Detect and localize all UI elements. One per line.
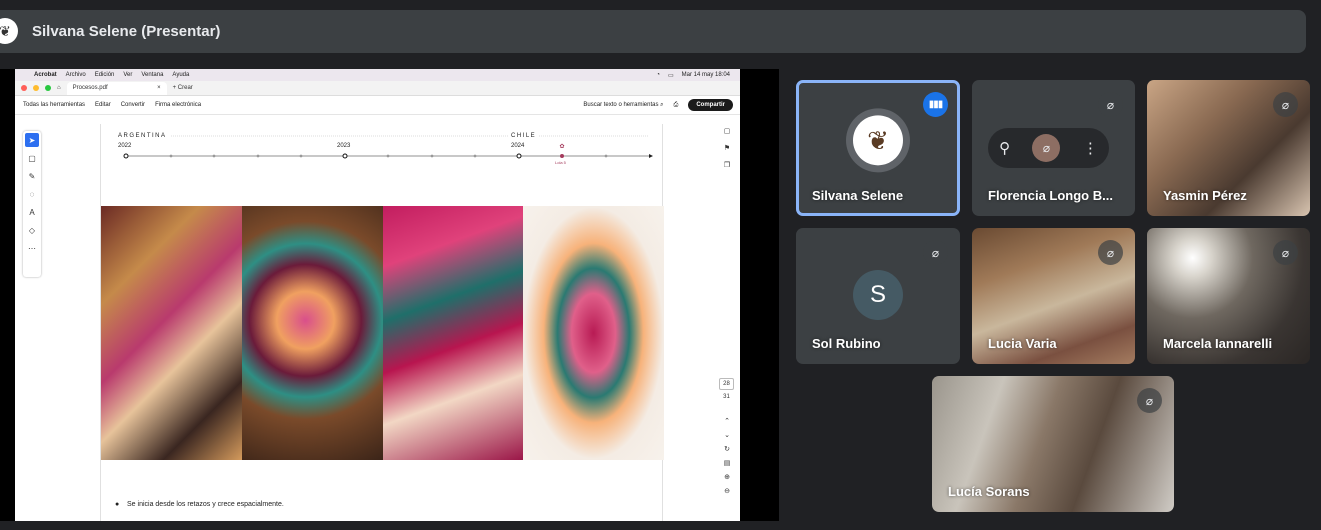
participant-tile-marcela[interactable]: ⌀ Marcela Iannarelli [1147, 228, 1310, 364]
fill-icon: ◇ [28, 225, 36, 235]
participant-tile-lucia-varia[interactable]: ⌀ Lucia Varia [972, 228, 1135, 364]
mic-off-icon: ⌀ [1137, 388, 1162, 413]
menu-item-ventana: Ventana [141, 72, 164, 78]
participant-name: Florencia Longo B... [988, 188, 1113, 203]
mic-off-icon: ⌀ [1098, 240, 1123, 265]
mac-menubar: Acrobat Archivo Edición Ver Ventana Ayud… [15, 69, 740, 81]
shared-screen-content: Acrobat Archivo Edición Ver Ventana Ayud… [15, 69, 740, 521]
participant-name: Silvana Selene [812, 188, 904, 203]
timeline-year-2022: 2022 [118, 143, 132, 149]
artwork-panel-2 [241, 206, 383, 460]
browser-tabbar: ⌂ Procesos.pdf × + Crear [15, 81, 740, 96]
artwork-strip [101, 206, 664, 460]
page-current: 28 [719, 378, 734, 390]
artwork-panel-3 [382, 206, 524, 460]
pdf-page: ✿ ARGENTINA CHILE 2022 2023 2024 Lola 5 … [100, 124, 664, 521]
svg-text:✿: ✿ [559, 143, 564, 150]
more-options-icon[interactable]: ⋮ [1083, 139, 1098, 157]
timeline: ✿ ARGENTINA CHILE 2022 2023 2024 Lola 5 [101, 124, 664, 169]
menu-item-ayuda: Ayuda [172, 72, 190, 78]
timeline-year-2024: 2024 [511, 143, 525, 149]
refresh-icon: ↻ [724, 446, 730, 453]
participant-tile-yasmin[interactable]: ⌀ Yasmin Pérez [1147, 80, 1310, 216]
mic-off-icon: ⌀ [1032, 134, 1061, 162]
tile-controls: ⚲ ⌀ ⋮ [988, 128, 1109, 168]
pages-icon: ❐ [723, 162, 731, 169]
presentation-bar: ❦ Silvana Selene (Presentar) [0, 10, 1306, 53]
participant-name: Sol Rubino [812, 336, 881, 351]
maximize-window-icon [45, 85, 51, 91]
presenter-title: Silvana Selene (Presentar) [32, 23, 221, 40]
tool-sign: Firma electrónica [155, 102, 202, 108]
artwork-panel-1 [101, 206, 242, 460]
zoom-out-icon: ⊖ [724, 488, 730, 495]
speaking-indicator-icon: ▮▮▮ [923, 92, 948, 117]
chevron-up-icon: ⌃ [724, 418, 730, 425]
save-icon: ▤ [723, 460, 731, 467]
artwork-panel-4 [523, 206, 664, 460]
timeline-marker-label: Lola 5 [555, 160, 566, 165]
menu-item-ver: Ver [123, 72, 133, 78]
participant-tile-florencia[interactable]: ⌀ ⚲ ⌀ ⋮ Florencia Longo B... [972, 80, 1135, 216]
participant-name: Marcela Iannarelli [1163, 336, 1273, 351]
cursor-icon: ➤ [25, 133, 39, 147]
menu-item-archivo: Archivo [65, 72, 86, 78]
timeline-country-chile: CHILE [511, 133, 537, 139]
avatar: S [853, 270, 903, 320]
right-rail: ▢ ⚑ ❐ [720, 127, 734, 169]
left-toolbar: ➤ ▢ ✎ ◌ A ◇ ⋯ [23, 131, 41, 277]
bookmark-icon: ⚑ [723, 145, 731, 152]
lasso-icon: ◌ [29, 189, 35, 199]
mic-off-icon: ⌀ [923, 240, 948, 265]
share-button: Compartir [688, 99, 733, 111]
tool-all: Todas las herramientas [23, 102, 86, 108]
participant-tile-silvana[interactable]: ❦ ▮▮▮ Silvana Selene [796, 80, 960, 216]
page-indicator: 28 31 [719, 378, 734, 400]
search-icon: ⌕ [660, 101, 664, 108]
new-tab-button: + Crear [172, 85, 193, 91]
chevron-down-icon: ⌄ [724, 432, 730, 439]
participant-name: Lucia Varia [988, 336, 1057, 351]
participant-tile-lucia-sorans[interactable]: ⌀ Lucía Sorans [932, 376, 1174, 512]
battery-icon: ▭ [667, 72, 674, 79]
participant-tile-sol[interactable]: ⌀ S Sol Rubino [796, 228, 960, 364]
mic-off-icon: ⌀ [1273, 240, 1298, 265]
acrobat-toolbar: Todas las herramientas Editar Convertir … [15, 96, 740, 115]
participant-name: Yasmin Pérez [1163, 188, 1247, 203]
pin-icon[interactable]: ⚲ [999, 139, 1010, 157]
text-select-icon: A [29, 207, 35, 217]
tab-procesos: Procesos.pdf × [66, 81, 167, 95]
home-icon: ⌂ [57, 85, 61, 91]
bullet-text: ● Se inicia desde los retazos y crece es… [115, 501, 284, 508]
tab-title: Procesos.pdf [72, 84, 108, 91]
search-tools: Buscar texto o herramientas ⌕ [583, 101, 664, 108]
nav-rail: ⌃ ⌄ ↻ ▤ ⊕ ⊖ [720, 417, 734, 495]
mic-off-icon: ⌀ [1098, 92, 1123, 117]
shared-screen: Acrobat Archivo Edición Ver Ventana Ayud… [0, 69, 779, 521]
participant-name: Lucía Sorans [948, 484, 1030, 499]
mic-off-icon: ⌀ [1273, 92, 1298, 117]
pen-icon: ✎ [28, 171, 36, 181]
presenter-logo-icon: ❦ [0, 18, 18, 44]
menu-item-edicion: Edición [94, 72, 115, 78]
close-icon: × [157, 84, 161, 91]
tree-logo-icon: ❦ [853, 115, 903, 166]
more-icon: ⋯ [28, 243, 36, 253]
comment-rail-icon: ▢ [723, 128, 731, 135]
menubar-datetime: Mar 14 may 18:04 [681, 71, 730, 78]
minimize-window-icon [33, 85, 39, 91]
print-icon: ⎙ [673, 101, 679, 108]
timeline-country-argentina: ARGENTINA [118, 133, 167, 139]
tool-convert: Convertir [120, 102, 146, 108]
timeline-year-2023: 2023 [337, 143, 351, 149]
page-total: 31 [723, 394, 730, 400]
avatar: ❦ [846, 108, 910, 173]
tool-edit: Editar [95, 102, 111, 108]
close-window-icon [21, 85, 27, 91]
zoom-in-icon: ⊕ [724, 474, 730, 481]
wifi-icon: ◔ [656, 71, 660, 78]
menu-item-acrobat: Acrobat [34, 72, 57, 78]
comment-icon: ▢ [28, 153, 36, 163]
